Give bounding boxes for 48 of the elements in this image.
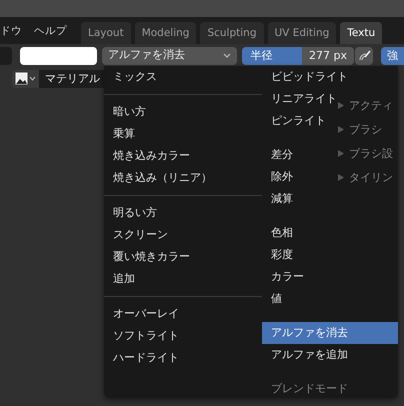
menu-title: ブレンドモード xyxy=(270,381,349,397)
menu-item[interactable]: スクリーン xyxy=(104,224,172,246)
color-swatch[interactable] xyxy=(20,46,97,64)
menu-item[interactable]: ビビッドライト xyxy=(262,66,352,88)
menu-item[interactable]: 明るい方 xyxy=(104,202,161,224)
menu-item[interactable]: 焼き込み（リニア） xyxy=(104,167,216,189)
workspace-tab[interactable]: Sculpting xyxy=(200,22,264,44)
panel-header[interactable]: ブラシ xyxy=(349,120,382,139)
menu-item[interactable]: リニアライト xyxy=(262,88,341,110)
menu-item[interactable]: ハードライト xyxy=(104,347,183,369)
chevron-down-icon xyxy=(222,53,231,58)
menu-item[interactable]: 暗い方 xyxy=(104,101,150,123)
image-icon xyxy=(15,72,28,85)
blend-dropdown[interactable]: アルファを消去 xyxy=(102,46,237,64)
menu-item[interactable]: 除外 xyxy=(262,166,297,188)
workspace-tab[interactable]: Layout xyxy=(81,22,131,44)
menu-item[interactable]: 減算 xyxy=(262,188,297,210)
panel-header[interactable]: アクティ xyxy=(349,96,393,115)
strength-field[interactable]: 強 xyxy=(381,46,404,64)
menu-item[interactable]: オーバーレイ xyxy=(104,303,183,325)
workspace-tab[interactable]: Modeling xyxy=(134,22,196,44)
menu-item[interactable]: 乗算 xyxy=(104,123,139,145)
menu-item[interactable]: アルファを追加 xyxy=(262,344,352,366)
menu-item[interactable]: アルファを消去 xyxy=(262,322,398,344)
menu-item[interactable]: ヘルプ xyxy=(28,20,73,40)
workspace-tab[interactable]: UV Editing xyxy=(268,22,336,44)
menu-item[interactable]: 覆い焼きカラー xyxy=(104,246,194,268)
chevron-down-icon xyxy=(29,76,36,81)
menu-item[interactable]: ソフトライト xyxy=(104,325,183,347)
expand-arrow-icon[interactable] xyxy=(338,150,344,157)
menu-item[interactable]: 焼き込みカラー xyxy=(104,145,194,167)
menu-item[interactable]: 追加 xyxy=(104,268,139,290)
expand-arrow-icon[interactable] xyxy=(338,174,344,181)
menu-item[interactable]: 彩度 xyxy=(262,244,297,266)
menu-item[interactable]: カラー xyxy=(262,266,308,288)
expand-arrow-icon[interactable] xyxy=(338,126,344,133)
pressure-button[interactable] xyxy=(355,46,373,64)
menu-item[interactable]: 値 xyxy=(262,288,286,310)
menu-item[interactable]: 色相 xyxy=(262,222,297,244)
expand-arrow-icon[interactable] xyxy=(338,102,344,109)
image-button[interactable] xyxy=(12,70,39,88)
menu-item[interactable]: 差分 xyxy=(262,144,297,166)
panel-header[interactable]: ブラシ設 xyxy=(349,144,393,163)
menu-item[interactable]: ピンライト xyxy=(262,110,330,132)
workspace-tab[interactable]: Textu xyxy=(340,22,382,44)
panel-header[interactable]: タイリン xyxy=(349,168,393,187)
pen-pressure-icon xyxy=(358,49,371,62)
menu-item[interactable]: ドウ xyxy=(0,20,28,40)
